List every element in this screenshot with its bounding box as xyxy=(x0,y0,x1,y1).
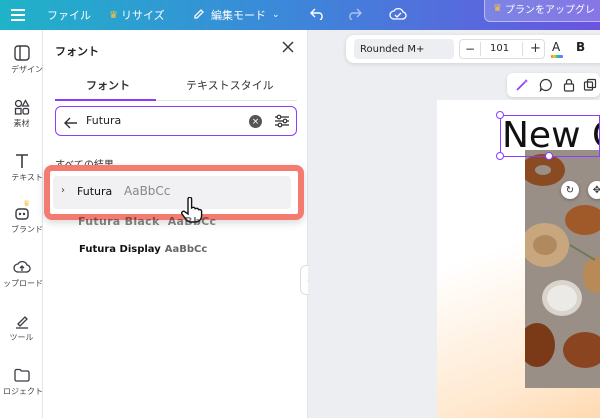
resize-button[interactable]: ♛ リサイズ xyxy=(109,0,165,30)
divider xyxy=(522,42,523,56)
rail-label: ップロード xyxy=(3,279,43,288)
rail-item-text[interactable]: テキスト xyxy=(0,152,43,183)
edit-mode-dropdown[interactable]: 編集モード ⌄ xyxy=(193,0,280,30)
color-swatch xyxy=(551,55,563,58)
text-selection-box xyxy=(500,115,600,157)
rail-label: ブランド xyxy=(11,225,43,234)
font-family-select[interactable]: Rounded M+ xyxy=(354,39,454,59)
arrow-left-icon[interactable] xyxy=(64,114,78,133)
decrease-size-button[interactable]: − xyxy=(465,42,475,56)
font-search-field[interactable]: Futura × xyxy=(55,106,297,136)
elements-icon xyxy=(13,98,31,116)
file-menu[interactable]: ファイル xyxy=(47,0,91,30)
upload-icon xyxy=(12,258,31,276)
text-color-button[interactable]: A xyxy=(552,40,560,54)
rail-label: 素材 xyxy=(13,119,30,128)
chevron-down-icon: ⌄ xyxy=(272,10,280,20)
text-toolbar: Rounded M+ − 101 + A B xyxy=(346,35,600,63)
upgrade-button[interactable]: ♛ プランをアップグレ xyxy=(484,0,600,22)
menu-icon[interactable] xyxy=(11,0,25,30)
rail-item-draw[interactable]: ツール xyxy=(0,312,43,343)
divider xyxy=(480,42,481,56)
lock-icon[interactable] xyxy=(562,77,576,96)
rail-item-elements[interactable]: 素材 xyxy=(0,98,43,129)
upgrade-label: プランをアップグレ xyxy=(504,4,595,16)
rail-label: テキスト xyxy=(11,173,43,182)
font-sample: AaBbCc xyxy=(164,244,208,255)
rotate-icon[interactable]: ↻ xyxy=(561,181,579,199)
element-mini-toolbar xyxy=(507,73,600,97)
text-icon xyxy=(13,152,31,170)
rail-item-projects[interactable]: ロジェクト xyxy=(0,366,43,397)
crown-icon: ♛ xyxy=(23,199,31,208)
font-result-futura-display[interactable]: Futura Display AaBbCc xyxy=(79,244,207,255)
resize-handle[interactable] xyxy=(545,152,553,160)
layout-icon xyxy=(13,44,31,62)
font-name: Futura Black xyxy=(78,215,160,228)
folder-icon xyxy=(13,366,31,384)
rail-item-brand[interactable]: ♛ ブランド xyxy=(0,199,43,235)
redo-icon[interactable] xyxy=(346,0,362,29)
active-tab-indicator xyxy=(55,99,156,101)
duplicate-icon[interactable] xyxy=(583,77,597,96)
magic-wand-icon[interactable] xyxy=(515,77,529,96)
bold-button[interactable]: B xyxy=(576,40,585,54)
resize-handle[interactable] xyxy=(496,152,504,160)
close-icon[interactable] xyxy=(281,39,299,57)
increase-size-button[interactable]: + xyxy=(530,41,541,56)
draw-icon xyxy=(13,312,31,330)
edit-mode-label: 編集モード xyxy=(211,9,266,22)
font-sample: AaBbCc xyxy=(167,215,217,228)
top-bar: ファイル ♛ リサイズ 編集モード ⌄ ♛ プランをアップグレ xyxy=(0,0,600,30)
clear-icon[interactable]: × xyxy=(249,115,262,128)
rail-label: デザイン xyxy=(11,65,43,74)
cloud-sync-icon[interactable] xyxy=(389,0,407,29)
undo-icon[interactable] xyxy=(310,0,326,29)
crown-icon: ♛ xyxy=(493,2,502,14)
font-name: Futura Display xyxy=(79,244,161,255)
tab-font[interactable]: フォント xyxy=(86,77,130,93)
rail-item-design[interactable]: デザイン xyxy=(0,44,43,75)
panel-title: フォント xyxy=(55,45,99,58)
font-result-futura-black[interactable]: Futura Black AaBbCc xyxy=(78,215,216,228)
resize-handle[interactable] xyxy=(496,111,504,119)
rail-label: ツール xyxy=(9,333,34,342)
crown-icon: ♛ xyxy=(109,9,118,21)
filter-icon[interactable] xyxy=(274,113,290,133)
font-size-input[interactable]: 101 xyxy=(490,43,509,54)
resize-label: リサイズ xyxy=(120,9,165,22)
rail-label: ロジェクト xyxy=(3,387,43,396)
rail-item-upload[interactable]: ップロード xyxy=(0,258,43,289)
move-icon[interactable]: ✥ xyxy=(588,181,600,199)
comment-add-icon[interactable] xyxy=(539,77,553,96)
left-rail: デザイン 素材 テキスト ♛ ブランド ップロード ツール ロジェクト xyxy=(0,30,43,418)
font-size-stepper: − 101 + xyxy=(459,39,545,59)
search-input[interactable]: Futura xyxy=(86,114,121,127)
pencil-icon xyxy=(193,8,205,23)
highlight-callout xyxy=(44,165,304,220)
tab-text-style[interactable]: テキストスタイル xyxy=(186,77,274,93)
